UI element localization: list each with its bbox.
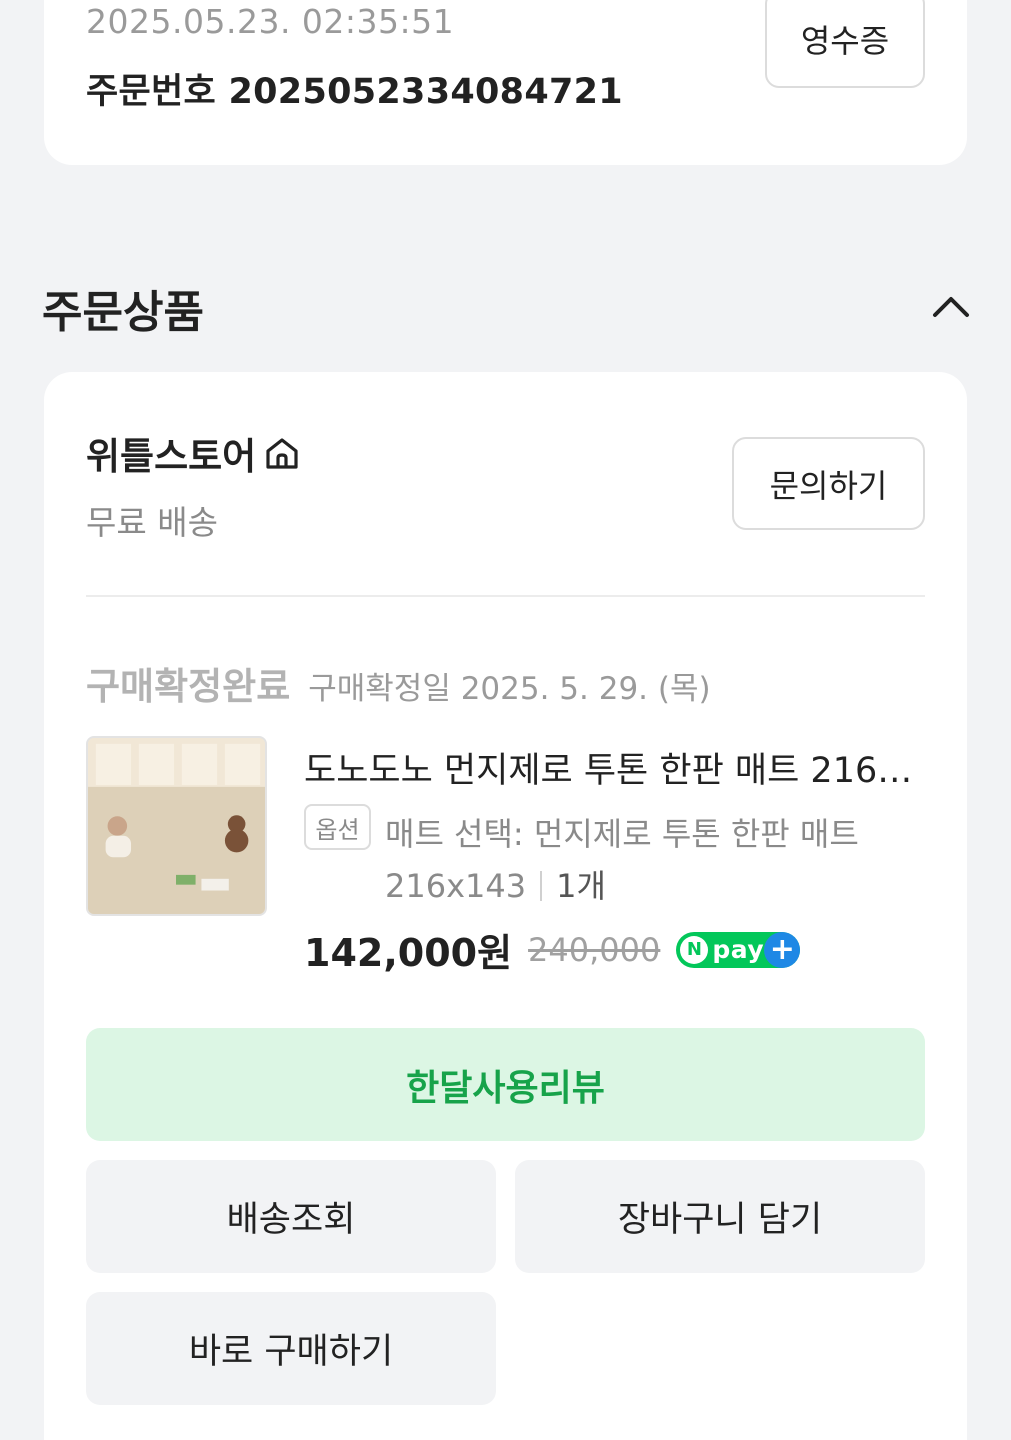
track-shipping-button[interactable]: 배송조회	[86, 1160, 496, 1273]
buy-now-button[interactable]: 바로 구매하기	[86, 1292, 496, 1405]
order-datetime: 2025.05.23. 02:35:51	[86, 2, 455, 41]
order-product-card: 위틀스토어 무료 배송 문의하기 구매확정완료 구매확정일 2025. 5. 2…	[44, 372, 967, 1440]
npay-plus-badge: N pay +	[676, 931, 801, 968]
plus-icon: +	[764, 931, 801, 968]
product-quantity: 1개	[556, 867, 606, 905]
chevron-up-icon[interactable]	[930, 288, 972, 322]
option-badge: 옵션	[304, 804, 371, 850]
order-info-card: 2025.05.23. 02:35:51 주문번호 20250523340847…	[44, 0, 967, 165]
original-price: 240,000	[528, 930, 661, 969]
inquiry-button[interactable]: 문의하기	[732, 437, 925, 530]
shipping-info: 무료 배송	[86, 503, 218, 542]
order-number: 주문번호 2025052334084721	[86, 72, 623, 112]
home-icon[interactable]	[262, 433, 302, 473]
quantity-separator	[540, 871, 543, 901]
monthly-review-button[interactable]: 한달사용리뷰	[86, 1028, 925, 1141]
option-text: 매트 선택: 먼지제로 투톤 한판 매트 216x143	[385, 815, 859, 905]
purchase-confirm-date: 구매확정일 2025. 5. 29. (목)	[308, 671, 711, 707]
receipt-button[interactable]: 영수증	[765, 0, 925, 88]
purchase-status-row: 구매확정완료 구매확정일 2025. 5. 29. (목)	[86, 656, 711, 710]
npay-n-icon: N	[680, 935, 709, 964]
store-header[interactable]: 위틀스토어	[86, 426, 302, 480]
product-option: 매트 선택: 먼지제로 투톤 한판 매트 216x143 1개	[385, 808, 930, 912]
npay-label: pay	[712, 935, 765, 964]
price-row: 142,000원 240,000 N pay +	[304, 922, 801, 977]
product-thumbnail[interactable]	[86, 736, 267, 916]
section-title: 주문상품	[42, 287, 204, 338]
store-name[interactable]: 위틀스토어	[86, 426, 256, 480]
product-price: 142,000원	[304, 931, 513, 975]
product-title[interactable]: 도노도노 먼지제로 투톤 한판 매트 216x143	[304, 742, 924, 793]
divider	[86, 595, 925, 597]
purchase-status: 구매확정완료	[86, 665, 291, 708]
add-to-cart-button[interactable]: 장바구니 담기	[515, 1160, 925, 1273]
